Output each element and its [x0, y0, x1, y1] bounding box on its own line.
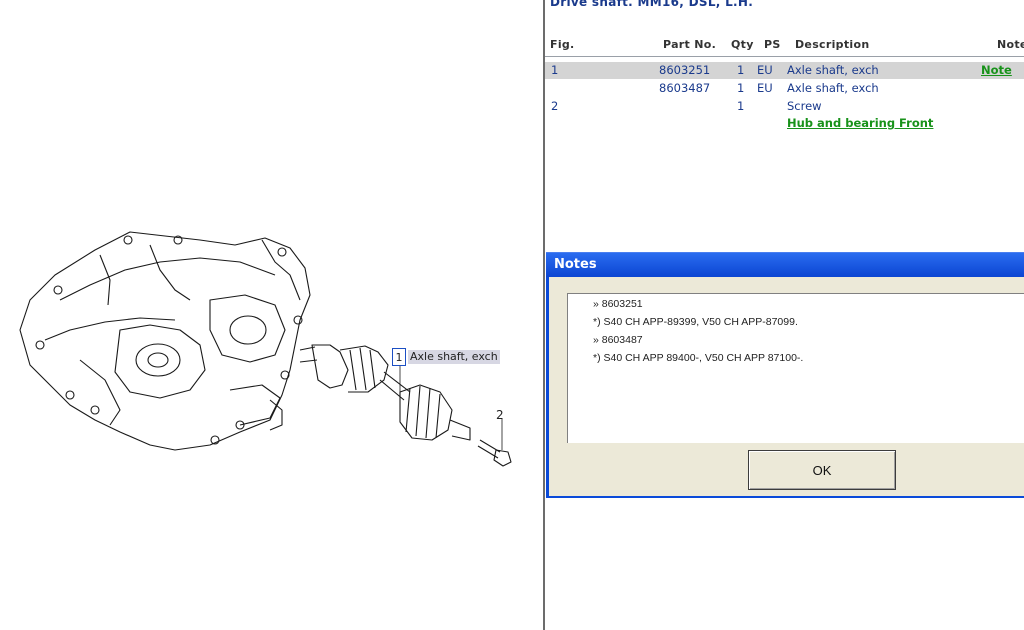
parts-list-title: Drive shaft. MM16, DSL, L.H.	[550, 0, 754, 9]
note-line: » 8603251	[593, 298, 643, 310]
dialog-body: » 8603251 *) S40 CH APP-89399, V50 CH AP…	[549, 277, 1024, 496]
parts-row-2[interactable]: 8603487 1 EU Axle shaft, exch	[545, 80, 1024, 97]
parts-row-1[interactable]: 1 8603251 1 EU Axle shaft, exch Note	[545, 62, 1024, 79]
cell-qty: 1	[737, 99, 745, 113]
header-divider	[545, 56, 1024, 57]
cell-description: Screw	[787, 99, 822, 113]
column-header-ps[interactable]: PS	[764, 38, 781, 51]
gearbox-housing	[19, 231, 311, 451]
cell-qty: 1	[737, 63, 745, 77]
hub-and-bearing-link[interactable]: Hub and bearing Front	[787, 116, 933, 130]
diagram-pane: 1 Axle shaft, exch 2	[0, 0, 543, 630]
column-header-description[interactable]: Description	[795, 38, 869, 51]
note-link[interactable]: Note	[981, 63, 1012, 77]
ok-button[interactable]: OK	[748, 450, 896, 490]
callout-1-label[interactable]: Axle shaft, exch	[408, 350, 500, 364]
note-line: *) S40 CH APP 89400-, V50 CH APP 87100-.	[593, 352, 804, 364]
transmission-diagram	[19, 231, 512, 467]
screw	[477, 439, 501, 459]
cell-part-no: 8603487	[659, 81, 711, 95]
note-line: *) S40 CH APP-89399, V50 CH APP-87099.	[593, 316, 798, 328]
column-header-part-no[interactable]: Part No.	[663, 38, 716, 51]
parts-row-3[interactable]: 2 1 Screw	[545, 98, 1024, 115]
cell-description: Axle shaft, exch	[787, 63, 879, 77]
notes-dialog: Notes » 8603251 *) S40 CH APP-89399, V50…	[546, 252, 1024, 498]
notes-text-area[interactable]: » 8603251 *) S40 CH APP-89399, V50 CH AP…	[567, 293, 1024, 443]
column-header-fig[interactable]: Fig.	[550, 38, 575, 51]
callout-2-number[interactable]: 2	[496, 408, 504, 422]
parts-row-4: Hub and bearing Front	[545, 115, 1024, 132]
cell-ps: EU	[757, 81, 773, 95]
column-header-qty[interactable]: Qty	[731, 38, 754, 51]
note-line: » 8603487	[593, 334, 643, 346]
cell-description: Axle shaft, exch	[787, 81, 879, 95]
shaft-inner-joint	[311, 344, 349, 389]
cell-fig: 1	[551, 63, 559, 77]
dialog-title: Notes	[554, 257, 597, 272]
cell-fig: 2	[551, 99, 559, 113]
dialog-titlebar[interactable]: Notes	[546, 253, 1024, 277]
cell-qty: 1	[737, 81, 745, 95]
callout-1-number[interactable]: 1	[392, 348, 406, 366]
cell-part-no: 8603251	[659, 63, 711, 77]
cell-ps: EU	[757, 63, 773, 77]
column-header-note[interactable]: Note	[997, 38, 1024, 51]
